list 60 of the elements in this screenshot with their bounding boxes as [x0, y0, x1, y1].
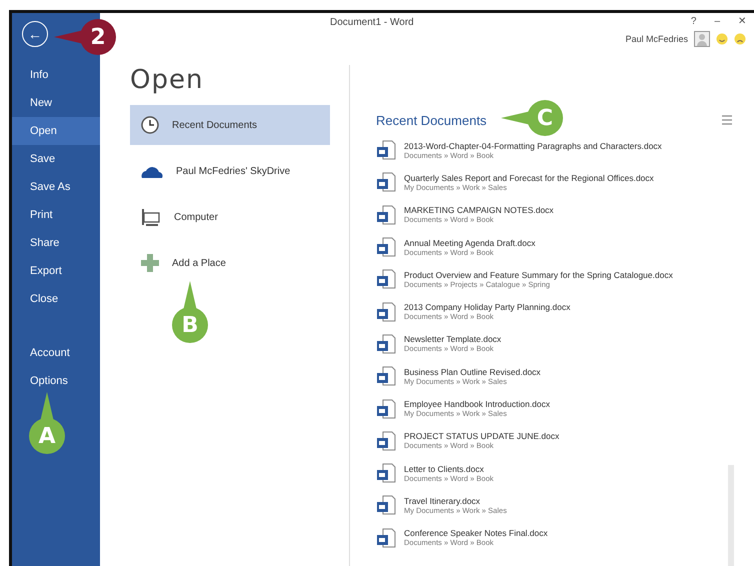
- minimize-button[interactable]: –: [714, 15, 720, 27]
- word-document-icon: [376, 528, 396, 548]
- backstage-menu-item[interactable]: Options: [12, 367, 100, 395]
- word-document-icon: [376, 237, 396, 258]
- document-name: PROJECT STATUS UPDATE JUNE.docx: [404, 431, 560, 442]
- callout-badge: C: [527, 100, 563, 136]
- place-item[interactable]: Computer: [130, 197, 330, 237]
- word-document-icon: [376, 334, 396, 354]
- place-item[interactable]: Paul McFedries' SkyDrive: [130, 151, 330, 191]
- back-button[interactable]: ←: [22, 21, 48, 47]
- document-name: MARKETING CAMPAIGN NOTES.docx: [404, 205, 554, 216]
- word-document-icon: [376, 366, 396, 386]
- document-name: Product Overview and Feature Summary for the Spring Catalogue.docx: [404, 270, 673, 280]
- document-name: Letter to Clients.docx: [404, 464, 485, 474]
- document-name: Annual Meeting Agenda Draft.docx: [404, 238, 536, 248]
- word-document-icon: [376, 463, 396, 484]
- backstage-menu-item[interactable]: Share: [12, 229, 100, 257]
- document-name: Newsletter Template.docx: [404, 334, 502, 344]
- word-document-icon: [376, 172, 396, 192]
- word-document-icon: [376, 302, 396, 322]
- word-document-icon: [376, 140, 396, 160]
- backstage-menu-item[interactable]: Export: [12, 257, 100, 285]
- word-document-icon: [376, 430, 396, 451]
- callout-badge: 2: [80, 19, 116, 55]
- user-name[interactable]: Paul McFedries: [625, 34, 688, 44]
- word-document-icon: [376, 398, 396, 419]
- backstage-menu-item[interactable]: Save As: [12, 173, 100, 201]
- document-name: Travel Itinerary.docx: [404, 496, 482, 506]
- document-name: Employee Handbook Introduction.docx: [404, 399, 550, 410]
- clock-icon: [140, 115, 160, 135]
- backstage-menu-item[interactable]: Account: [12, 339, 100, 367]
- document-name: 2013-Word-Chapter-04-Formatting Paragraphs and Characters.docx: [404, 140, 662, 151]
- word-document-icon: [376, 204, 396, 225]
- smiley-icon[interactable]: [716, 33, 728, 45]
- backstage-menu-item[interactable]: New: [12, 89, 100, 117]
- avatar-icon[interactable]: [694, 31, 710, 47]
- backstage-menu-item[interactable]: Save: [12, 145, 100, 173]
- word-document-icon: [376, 495, 396, 516]
- close-button[interactable]: ✕: [738, 15, 746, 27]
- backstage-menu-item[interactable]: Print: [12, 201, 100, 229]
- backstage-menu-item[interactable]: Open: [12, 117, 100, 145]
- word-document-icon: [376, 269, 396, 290]
- backstage-menu-item[interactable]: Close: [12, 285, 100, 313]
- frown-icon[interactable]: [734, 33, 746, 45]
- collapse-icon[interactable]: [722, 115, 732, 125]
- document-name: Business Plan Outline Revised.docx: [404, 366, 541, 377]
- window-title: Document1 - Word: [330, 17, 414, 30]
- callout-badge: B: [172, 307, 208, 343]
- place-item[interactable]: Add a Place: [130, 243, 330, 283]
- document-name: Quarterly Sales Report and Forecast for the Regional Offices.docx: [404, 172, 654, 183]
- document-name: 2013 Company Holiday Party Planning.docx: [404, 302, 570, 312]
- help-button[interactable]: ?: [690, 15, 696, 27]
- section-heading: Recent Documents: [376, 113, 487, 128]
- document-name: Conference Speaker Notes Final.docx: [404, 528, 548, 538]
- page-title: Open: [130, 65, 204, 95]
- plus-icon: [140, 253, 160, 273]
- computer-icon: [140, 207, 162, 227]
- backstage-menu-item[interactable]: Info: [12, 61, 100, 89]
- place-item[interactable]: Recent Documents: [130, 105, 330, 145]
- cloud-icon: [140, 164, 164, 178]
